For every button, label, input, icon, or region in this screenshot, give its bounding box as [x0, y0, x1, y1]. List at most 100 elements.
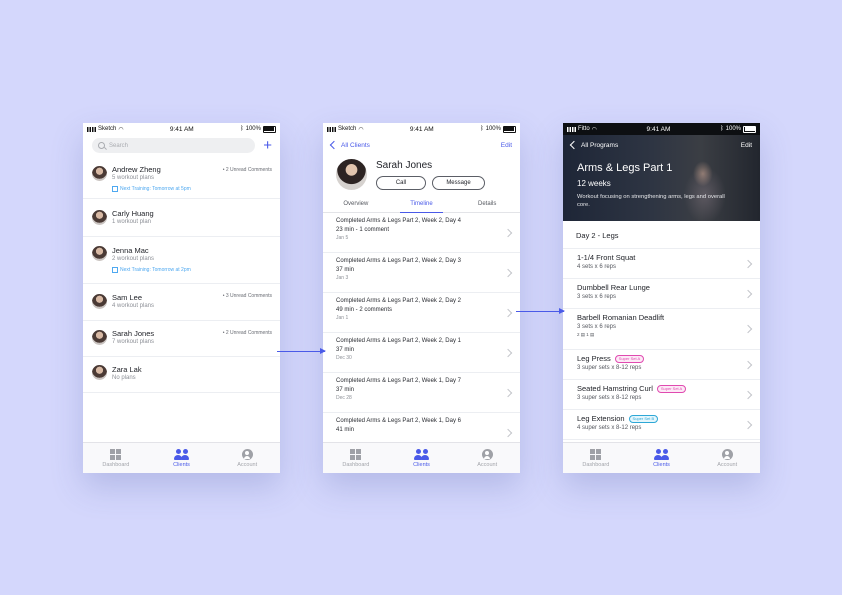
battery-icon	[262, 125, 276, 133]
avatar	[92, 294, 107, 309]
avatar	[92, 330, 107, 345]
superset-badge: Super Set A	[614, 354, 645, 363]
exercise-sets: 3 sets x 6 reps	[577, 294, 617, 300]
timeline-title: Completed Arms & Legs Part 2, Week 2, Da…	[336, 338, 461, 344]
chevron-right-icon	[503, 308, 513, 317]
chevron-right-icon	[743, 360, 753, 369]
chevron-left-icon	[329, 140, 339, 150]
bluetooth-icon: ᛒ	[720, 126, 724, 132]
tab-overview[interactable]: Overview	[323, 198, 389, 212]
tab-clients[interactable]: Clients	[389, 443, 455, 473]
client-plans: 5 workout plans	[112, 175, 155, 181]
segmented-control: Overview Timeline Details	[323, 198, 520, 214]
exercise-item[interactable]: Leg Extension Super Set B 4 super sets x 8…	[563, 410, 760, 440]
tab-dashboard[interactable]: Dashboard	[83, 443, 149, 473]
chevron-right-icon	[503, 228, 513, 237]
timeline-item[interactable]: Completed Arms & Legs Part 2, Week 2, Da…	[323, 253, 520, 293]
chevron-right-icon	[743, 324, 753, 334]
search-input[interactable]: Search	[92, 138, 256, 153]
timeline-meta: 23 min - 1 comment	[336, 227, 390, 233]
timeline-meta: 37 min	[336, 347, 355, 353]
tab-label: Clients	[653, 461, 670, 468]
wifi-icon: ◠	[118, 126, 124, 133]
exercise-item[interactable]: Barbell Romanian Deadlift 3 sets x 6 reps…	[563, 309, 760, 350]
tab-clients[interactable]: Clients	[629, 443, 695, 473]
tab-label: Account	[477, 461, 498, 468]
chevron-right-icon	[503, 348, 513, 357]
exercise-item[interactable]: Leg Press Super Set A 3 super sets x 8-12 …	[563, 350, 760, 380]
tab-label: Dashboard	[342, 461, 370, 468]
next-training-label: Next Training: Tomorrow at 5pm	[120, 186, 191, 192]
tab-details[interactable]: Details	[454, 198, 520, 212]
dashboard-icon	[110, 448, 122, 460]
timeline-date: Jan 3	[336, 275, 349, 281]
exercise-sets: 4 super sets x 8-12 reps	[577, 425, 642, 431]
wifi-icon: ◠	[591, 126, 597, 133]
superset-badge: Super Set B	[628, 414, 659, 423]
client-row-sam-lee[interactable]: Sam Lee 4 workout plans • 3 Unread Comme…	[83, 284, 280, 321]
exercise-item[interactable]: Dumbbell Rear Lunge 3 sets x 6 reps	[563, 279, 760, 309]
timeline-item[interactable]: Completed Arms & Legs Part 2, Week 2, Da…	[323, 213, 520, 253]
tab-clients[interactable]: Clients	[149, 443, 215, 473]
client-name: Carly Huang	[112, 209, 154, 218]
battery-icon	[502, 125, 516, 133]
client-row-zara-lak[interactable]: Zara Lak No plans	[83, 357, 280, 393]
timeline-title: Completed Arms & Legs Part 2, Week 2, Da…	[336, 218, 461, 224]
unread-badge: • 2 Unread Comments	[222, 167, 272, 173]
chevron-right-icon	[743, 259, 753, 268]
add-client-button[interactable]: +	[263, 138, 272, 153]
client-row-andrew-zheng[interactable]: Andrew Zheng 5 workout plans Next Traini…	[83, 157, 280, 199]
flow-arrow	[516, 307, 565, 315]
timeline-title: Completed Arms & Legs Part 2, Week 2, Da…	[336, 298, 461, 304]
back-button[interactable]: All Clients	[329, 140, 370, 150]
back-button[interactable]: All Programs	[569, 140, 619, 150]
timeline-title: Completed Arms & Legs Part 2, Week 1, Da…	[336, 378, 461, 384]
exercise-name: 1-1/4 Front Squat	[577, 253, 636, 262]
client-row-sarah-jones[interactable]: Sarah Jones 7 workout plans • 2 Unread C…	[83, 321, 280, 357]
exercise-sets: 3 sets x 6 reps	[577, 324, 617, 330]
status-time: 9:41 AM	[409, 125, 434, 133]
chevron-right-icon	[503, 268, 513, 277]
client-detail-screen: Sketch ◠ 9:41 AM ᛒ 100% All Clients Edit S…	[323, 123, 520, 473]
exercise-sets: 4 sets x 6 reps	[577, 264, 617, 270]
chevron-right-icon	[743, 420, 753, 429]
client-row-carly-huang[interactable]: Carly Huang 1 workout plan	[83, 199, 280, 237]
bluetooth-icon: ᛒ	[480, 126, 484, 132]
unread-badge: • 2 Unread Comments	[222, 330, 272, 336]
avatar	[92, 166, 107, 181]
tab-timeline[interactable]: Timeline	[389, 198, 455, 214]
search-icon	[98, 142, 105, 149]
tab-dashboard[interactable]: Dashboard	[563, 443, 629, 473]
timeline-item[interactable]: Completed Arms & Legs Part 2, Week 1, Da…	[323, 373, 520, 413]
exercise-list: 1-1/4 Front Squat 4 sets x 6 reps Dumbbel…	[563, 249, 760, 440]
tab-label: Dashboard	[102, 461, 130, 468]
exercise-comments: 2 ▤ 1 ▤	[577, 332, 595, 337]
exercise-item[interactable]: Seated Hamstring Curl Super Set A 3 super …	[563, 380, 760, 410]
tab-dashboard[interactable]: Dashboard	[323, 443, 389, 473]
tab-account[interactable]: Account	[454, 443, 520, 473]
edit-button[interactable]: Edit	[501, 142, 512, 149]
exercise-sets: 3 super sets x 8-12 reps	[577, 365, 642, 371]
client-row-jenna-mac[interactable]: Jenna Mac 2 workout plans Next Training:…	[83, 237, 280, 284]
tab-bar: Dashboard Clients Account	[563, 442, 760, 473]
dashboard-icon	[590, 448, 602, 460]
clients-icon	[174, 448, 190, 460]
chevron-right-icon	[743, 289, 753, 298]
message-button[interactable]: Message	[432, 176, 485, 190]
back-label: All Programs	[581, 141, 619, 149]
account-icon	[721, 448, 733, 460]
profile-header: Sarah Jones Call Message	[323, 155, 520, 198]
exercise-name: Dumbbell Rear Lunge	[577, 283, 650, 292]
tab-account[interactable]: Account	[214, 443, 280, 473]
tab-label: Account	[717, 461, 738, 468]
timeline-item[interactable]: Completed Arms & Legs Part 2, Week 2, Da…	[323, 333, 520, 373]
call-button[interactable]: Call	[376, 176, 426, 190]
tab-account[interactable]: Account	[694, 443, 760, 473]
timeline-item[interactable]: Completed Arms & Legs Part 2, Week 2, Da…	[323, 293, 520, 333]
search-placeholder: Search	[109, 142, 129, 149]
exercise-item[interactable]: 1-1/4 Front Squat 4 sets x 6 reps	[563, 249, 760, 279]
exercise-name: Seated Hamstring Curl	[577, 384, 653, 393]
edit-button[interactable]: Edit	[741, 142, 752, 149]
superset-badge: Super Set A	[656, 384, 687, 393]
timeline-title: Completed Arms & Legs Part 2, Week 2, Da…	[336, 258, 461, 264]
